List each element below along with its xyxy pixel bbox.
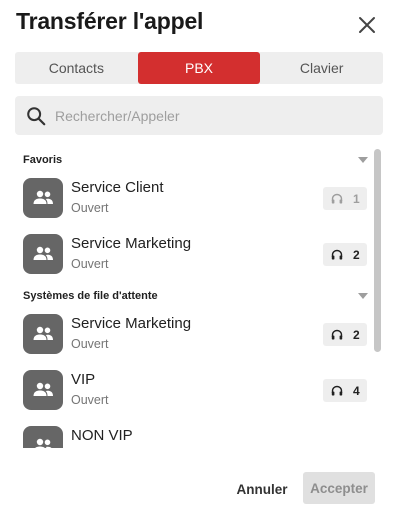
item-name: NON VIP	[71, 427, 133, 444]
agent-count: 2	[353, 327, 360, 342]
search-bar	[15, 96, 383, 135]
close-button[interactable]	[354, 12, 380, 38]
accept-button[interactable]: Accepter	[303, 472, 375, 504]
search-input[interactable]	[55, 107, 355, 124]
item-name: VIP	[71, 371, 96, 388]
list-scrollbar[interactable]	[374, 149, 381, 352]
list-item[interactable]: Service Client Ouvert 1	[23, 178, 368, 222]
item-status: Ouvert	[71, 257, 109, 271]
section-header-queues: Systèmes de file d'attente	[23, 290, 158, 302]
pbx-list: Favoris Service Client Ouvert 1 Service …	[0, 148, 395, 448]
agent-count: 2	[353, 247, 360, 262]
tab-bar: Contacts PBX Clavier	[15, 52, 383, 84]
agent-count-badge: 2	[323, 323, 367, 346]
avatar	[23, 314, 63, 354]
headset-icon	[331, 249, 343, 259]
headset-icon	[331, 329, 343, 339]
list-item[interactable]: Service Marketing Ouvert 2	[23, 314, 368, 358]
group-icon	[35, 438, 52, 448]
chevron-down-icon[interactable]	[358, 293, 368, 299]
group-icon	[33, 326, 53, 340]
list-item[interactable]: Service Marketing Ouvert 2	[23, 234, 368, 278]
item-status: Ouvert	[71, 201, 109, 215]
group-icon	[33, 246, 53, 260]
agent-count: 1	[353, 191, 360, 206]
headset-icon	[331, 385, 343, 395]
agent-count-badge: 2	[323, 243, 367, 266]
list-item[interactable]: VIP Ouvert 4	[23, 370, 368, 414]
avatar	[23, 426, 63, 448]
item-status: Ouvert	[71, 337, 109, 351]
group-icon	[33, 382, 53, 396]
item-name: Service Client	[71, 179, 164, 196]
agent-count-badge: 1	[323, 187, 367, 210]
dialog-title: Transférer l'appel	[16, 8, 204, 34]
close-icon	[359, 17, 375, 33]
item-name: Service Marketing	[71, 235, 192, 252]
agent-count: 4	[353, 383, 360, 398]
avatar	[23, 178, 63, 218]
avatar	[23, 370, 63, 410]
search-icon	[27, 106, 46, 125]
tab-pbx[interactable]: PBX	[137, 52, 261, 84]
headset-icon	[331, 193, 343, 203]
avatar	[23, 234, 63, 274]
item-name: Service Marketing	[71, 315, 192, 332]
item-status: Ouvert	[71, 393, 109, 407]
tab-contacts[interactable]: Contacts	[15, 52, 138, 84]
list-item[interactable]: NON VIP	[23, 426, 368, 448]
chevron-down-icon[interactable]	[358, 157, 368, 163]
tab-clavier[interactable]: Clavier	[260, 52, 383, 84]
group-icon	[33, 190, 53, 204]
section-header-favoris: Favoris	[23, 154, 63, 166]
cancel-button[interactable]: Annuler	[230, 474, 294, 504]
agent-count-badge: 4	[323, 379, 367, 402]
